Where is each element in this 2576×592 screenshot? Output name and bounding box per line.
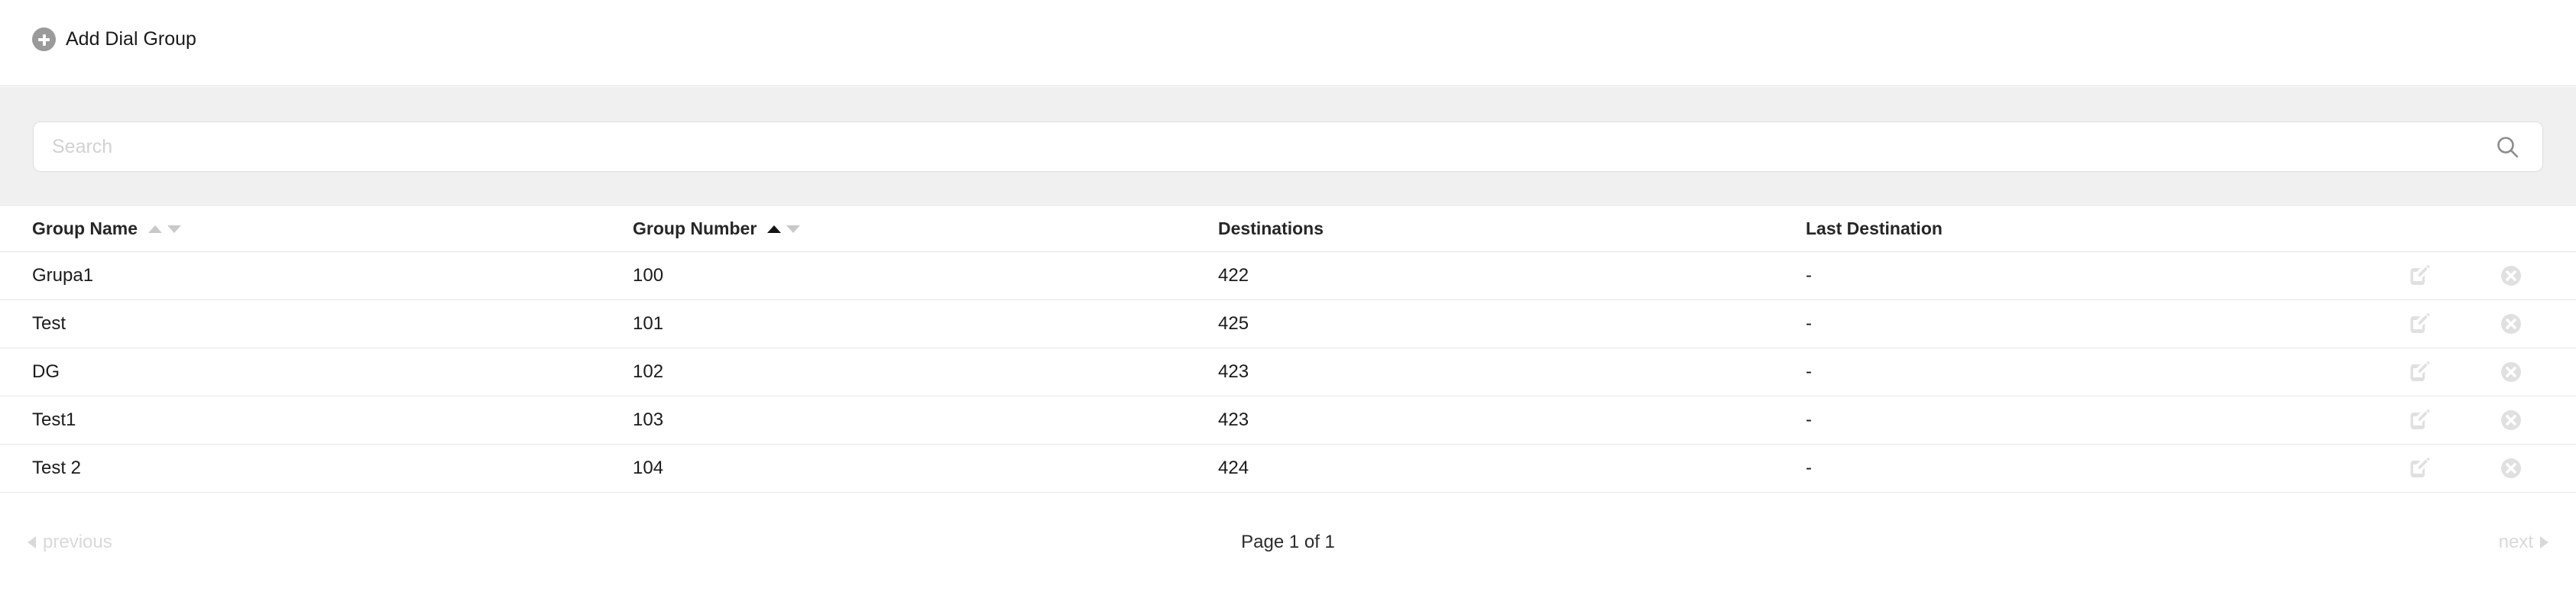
cell-group-name: Grupa1	[32, 265, 94, 286]
edit-pencil-icon[interactable]	[2408, 361, 2431, 383]
cell-group-name: Test 2	[32, 458, 82, 478]
column-header-last-destination-label: Last Destination	[1806, 218, 1943, 238]
column-header-group-name-label: Group Name	[32, 218, 138, 238]
column-header-last-destination: Last Destination	[1806, 206, 2386, 251]
dial-groups-table: Group Name Group Number Destinations Las…	[0, 206, 2576, 493]
edit-pencil-icon[interactable]	[2408, 457, 2431, 480]
delete-circle-x-icon[interactable]	[2500, 457, 2523, 480]
column-header-destinations: Destinations	[1218, 206, 1791, 251]
sort-descending-icon[interactable]	[786, 225, 801, 233]
table-row[interactable]: DG 102 423 -	[0, 348, 2576, 396]
column-header-group-name[interactable]: Group Name	[32, 206, 621, 251]
sort-ascending-icon[interactable]	[148, 225, 163, 233]
cell-last-destination: -	[1806, 313, 1812, 334]
cell-destinations: 423	[1218, 361, 1249, 382]
row-actions	[2377, 300, 2576, 348]
delete-circle-x-icon[interactable]	[2500, 409, 2523, 432]
cell-destinations: 425	[1218, 313, 1249, 334]
pagination-page-info: Page 1 of 1	[0, 527, 2576, 558]
cell-group-name: Test1	[32, 409, 76, 430]
cell-group-number: 101	[633, 313, 664, 334]
chevron-right-icon	[2540, 536, 2548, 548]
pagination-next-button[interactable]: next	[2499, 527, 2548, 558]
plus-circle-icon	[32, 27, 56, 51]
sort-ascending-icon[interactable]	[767, 225, 782, 233]
sort-control-group-name[interactable]	[148, 225, 182, 233]
search-panel	[0, 87, 2576, 206]
table-row[interactable]: Test 2 104 424 -	[0, 445, 2576, 493]
pagination-page-info-label: Page 1 of 1	[1241, 532, 1335, 552]
cell-group-name: DG	[32, 361, 60, 382]
search-field-wrapper	[33, 121, 2543, 172]
cell-last-destination: -	[1806, 458, 1812, 478]
cell-group-number: 104	[633, 458, 664, 478]
edit-pencil-icon[interactable]	[2408, 312, 2431, 335]
column-header-group-number-label: Group Number	[633, 218, 757, 238]
table-row[interactable]: Test 101 425 -	[0, 300, 2576, 348]
sort-control-group-number[interactable]	[767, 225, 801, 233]
row-actions	[2377, 445, 2576, 492]
table-row[interactable]: Test1 103 423 -	[0, 396, 2576, 445]
cell-destinations: 423	[1218, 409, 1249, 430]
delete-circle-x-icon[interactable]	[2500, 264, 2523, 287]
pagination-next-label: next	[2498, 532, 2533, 552]
cell-last-destination: -	[1806, 361, 1812, 382]
add-dial-group-label: Add Dial Group	[66, 28, 196, 50]
row-actions	[2377, 252, 2576, 299]
table-row[interactable]: Grupa1 100 422 -	[0, 252, 2576, 300]
add-dial-group-button[interactable]: Add Dial Group	[32, 27, 196, 51]
search-icon[interactable]	[2496, 135, 2519, 159]
delete-circle-x-icon[interactable]	[2500, 361, 2523, 383]
cell-destinations: 424	[1218, 458, 1249, 478]
dial-group-list-page: Add Dial Group Group Name	[0, 0, 2576, 592]
page-toolbar: Add Dial Group	[0, 0, 2576, 86]
edit-pencil-icon[interactable]	[2408, 264, 2431, 287]
table-header-row: Group Name Group Number Destinations Las…	[0, 206, 2576, 252]
cell-destinations: 422	[1218, 265, 1249, 286]
row-actions	[2377, 396, 2576, 444]
delete-circle-x-icon[interactable]	[2500, 312, 2523, 335]
cell-group-name: Test	[32, 313, 66, 334]
row-actions	[2377, 348, 2576, 396]
edit-pencil-icon[interactable]	[2408, 409, 2431, 432]
column-header-group-number[interactable]: Group Number	[633, 206, 1206, 251]
search-input[interactable]	[34, 122, 2494, 171]
cell-last-destination: -	[1806, 409, 1812, 430]
cell-group-number: 102	[633, 361, 664, 382]
column-header-destinations-label: Destinations	[1218, 218, 1324, 238]
sort-descending-icon[interactable]	[167, 225, 182, 233]
cell-last-destination: -	[1806, 265, 1812, 286]
cell-group-number: 103	[633, 409, 664, 430]
cell-group-number: 100	[633, 265, 664, 286]
pagination: previous Page 1 of 1 next	[0, 527, 2576, 570]
